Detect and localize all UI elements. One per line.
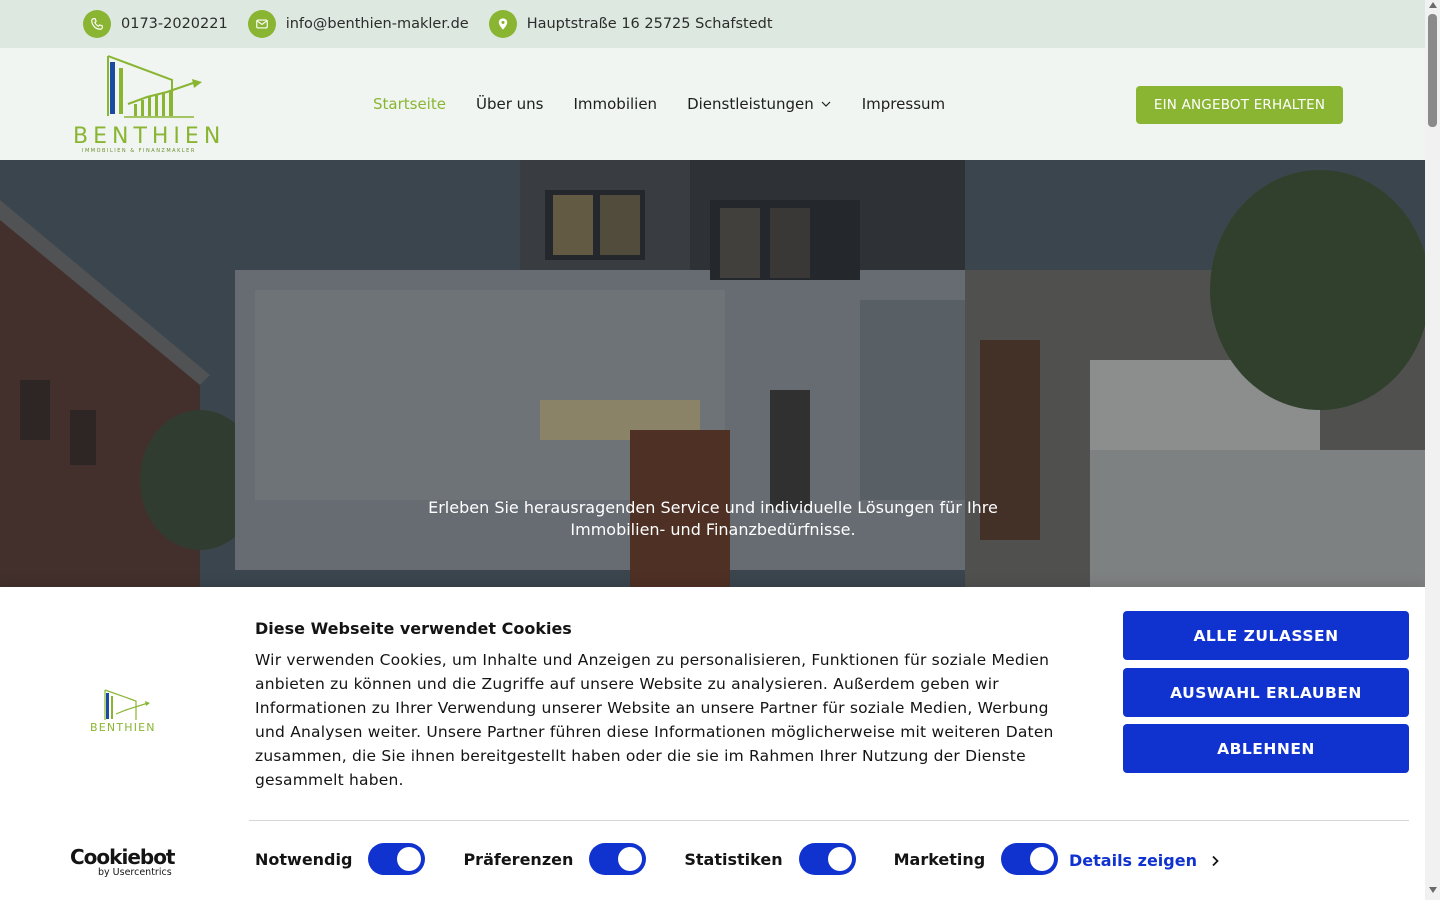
top-info-bar: 0173-2020221 info@benthien-makler.de Hau… [0, 0, 1425, 48]
hero-section: Erleben Sie herausragenden Service und i… [0, 160, 1425, 590]
phone-contact[interactable]: 0173-2020221 [83, 10, 228, 38]
hero-tagline: Erleben Sie herausragenden Service und i… [428, 498, 998, 539]
email-contact[interactable]: info@benthien-makler.de [247, 10, 469, 38]
cookie-category-toggles: Notwendig Präferenzen Statistiken Market… [255, 843, 1096, 875]
toggle-knob [1030, 847, 1055, 871]
nav-impressum[interactable]: Impressum [862, 95, 945, 113]
logo-wordmark: BENTHIEN [73, 124, 226, 149]
deny-button[interactable]: ABLEHNEN [1123, 724, 1409, 773]
scroll-down-arrow-icon[interactable] [1429, 887, 1437, 893]
toggle-knob [397, 847, 422, 871]
toggle-statistiken[interactable] [798, 843, 856, 875]
nav-dienstleistungen-label: Dienstleistungen [687, 95, 814, 113]
toggle-praeferenzen[interactable] [589, 843, 647, 875]
nav-dienstleistungen[interactable]: Dienstleistungen [687, 95, 832, 113]
location-pin-icon [488, 10, 517, 38]
cookie-consent-banner: BENTHIEN Diese Webseite verwendet Cookie… [0, 587, 1425, 900]
toggle-knob [827, 847, 852, 871]
main-navigation: Startseite Über uns Immobilien Dienstlei… [373, 95, 975, 113]
cookie-divider [249, 820, 1409, 821]
toggle-label-statistiken: Statistiken [684, 849, 783, 869]
toggle-marketing[interactable] [1001, 843, 1059, 875]
toggle-group-statistiken: Statistiken [684, 843, 856, 875]
allow-selection-button[interactable]: AUSWAHL ERLAUBEN [1123, 668, 1409, 717]
cookie-title: Diese Webseite verwendet Cookies [255, 619, 572, 638]
toggle-group-praeferenzen: Präferenzen [463, 843, 647, 875]
cookie-banner-logo: BENTHIEN [88, 687, 156, 737]
email-text: info@benthien-makler.de [285, 16, 469, 32]
get-offer-button[interactable]: EIN ANGEBOT ERHALTEN [1136, 86, 1343, 124]
cookiebot-logo: Cookiebot by Usercentrics [70, 845, 176, 879]
toggle-notwendig[interactable] [368, 843, 426, 875]
cookie-description: Wir verwenden Cookies, um Inhalte und An… [255, 651, 1054, 789]
toggle-knob [618, 847, 643, 871]
cookiebot-byline: by Usercentrics [98, 867, 172, 878]
nav-startseite[interactable]: Startseite [373, 95, 446, 113]
page-scrollbar[interactable] [1425, 0, 1440, 900]
address-text: Hauptstraße 16 25725 Schafstedt [526, 16, 773, 32]
toggle-label-praeferenzen: Präferenzen [463, 849, 574, 869]
logo-tagline: IMMOBILIEN & FINANZMAKLER [82, 148, 196, 154]
cookiebot-wordmark: Cookiebot [70, 845, 176, 869]
toggle-group-notwendig: Notwendig [255, 843, 426, 875]
svg-text:BENTHIEN: BENTHIEN [90, 721, 156, 734]
toggle-label-marketing: Marketing [893, 849, 986, 869]
nav-immobilien[interactable]: Immobilien [573, 95, 657, 113]
chevron-down-icon [821, 101, 831, 107]
chevron-right-icon [1212, 855, 1219, 866]
show-details-link[interactable]: Details zeigen [1069, 851, 1219, 870]
show-details-label: Details zeigen [1069, 851, 1197, 870]
phone-icon [83, 10, 111, 38]
nav-ueber-uns[interactable]: Über uns [476, 95, 544, 113]
address-contact: Hauptstraße 16 25725 Schafstedt [488, 10, 773, 38]
toggle-group-marketing: Marketing [894, 843, 1059, 875]
scrollbar-thumb[interactable] [1428, 14, 1437, 127]
allow-all-button[interactable]: ALLE ZULASSEN [1123, 611, 1409, 660]
site-header: BENTHIEN IMMOBILIEN & FINANZMAKLER Start… [0, 48, 1425, 160]
phone-text: 0173-2020221 [121, 16, 228, 32]
toggle-label-notwendig: Notwendig [255, 849, 353, 869]
scroll-up-arrow-icon[interactable] [1429, 2, 1437, 8]
mail-icon [247, 10, 276, 38]
